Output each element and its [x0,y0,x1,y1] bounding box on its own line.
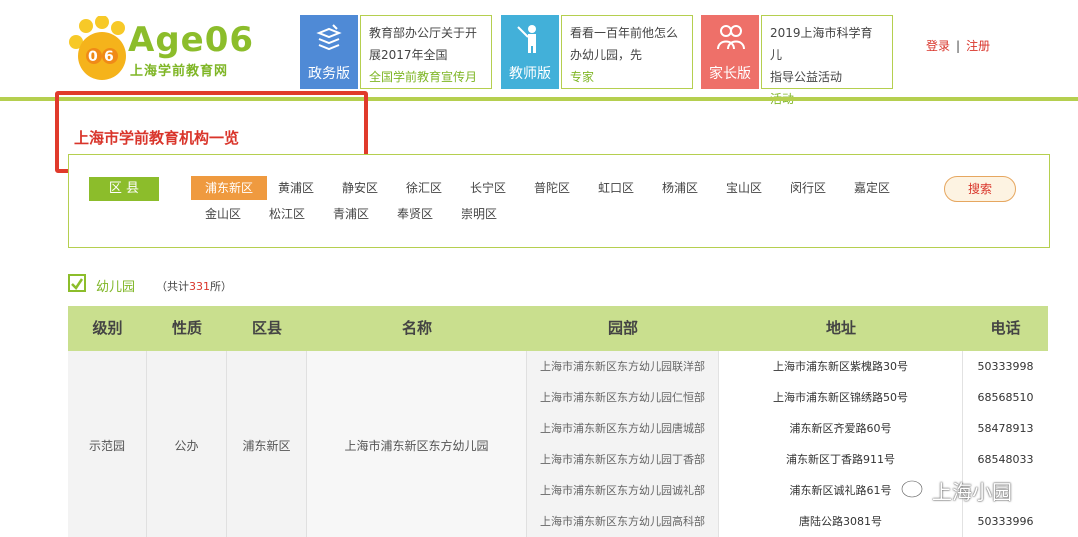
column-header: 性质 [171,319,202,337]
phone-cell: 50333996 [963,506,1048,537]
campus-cell: 上海市浦东新区东方幼儿园高科部 [527,506,719,537]
table-row: 上海市浦东新区东方幼儿园唐城部 浦东新区齐爱路60号 58478913 [527,413,1048,444]
name-text[interactable]: 上海市浦东新区东方幼儿园 [307,437,526,454]
phone-cell: 50333998 [963,351,1048,382]
news-tag-text: 学前教育宣传月 [393,70,478,84]
watermark-text: 上海小园 [932,480,1012,504]
district-option[interactable]: 崇明区 [447,202,511,226]
column-header: 级别 [92,319,123,337]
campus-cell: 上海市浦东新区东方幼儿园唐城部 [527,413,719,444]
news-line: 展2017年全国 [369,48,448,62]
checkmark-icon [71,278,84,290]
address-cell: 上海市浦东新区锦绣路50号 [719,382,963,413]
phone-cell: 68548033 [963,444,1048,475]
version-news-box[interactable]: 看看一百年前他怎么 办幼儿园，先 专家 [561,15,693,89]
version-tile-gov[interactable]: 政务版 [300,15,358,89]
campus-cell: 上海市浦东新区东方幼儿园诚礼部 [527,475,719,506]
section-label: 幼儿园 [96,280,136,295]
news-tag: 专家 [570,70,595,84]
nature-text: 公办 [174,439,199,453]
district-option[interactable]: 浦东新区 [191,176,267,200]
version-news-box[interactable]: 2019上海市科学育儿 指导公益活动 活动 [761,15,893,106]
table-row: 上海市浦东新区东方幼儿园高科部 唐陆公路3081号 50333996 [527,506,1048,537]
kindergarten-checkbox[interactable] [68,274,86,292]
district-option[interactable]: 闵行区 [776,176,840,200]
sun-logo-icon: 0 6 [69,15,126,80]
nature-cell: 公办 [147,351,227,537]
address-cell: 浦东新区齐爱路60号 [719,413,963,444]
district-text: 浦东新区 [242,439,291,453]
column-header: 园部 [607,319,638,337]
count-prefix: （共计 [156,280,189,293]
district-option[interactable]: 普陀区 [520,176,584,200]
district-option[interactable]: 静安区 [328,176,392,200]
svg-text:6: 6 [104,49,114,65]
district-option[interactable]: 虹口区 [584,176,648,200]
version-tile-teacher[interactable]: 教师版 [501,15,559,89]
count-number: 331 [189,280,210,293]
login-link[interactable]: 登录 [926,39,950,53]
district-option[interactable]: 宝山区 [712,176,776,200]
version-label: 政务版 [308,66,350,82]
district-option[interactable]: 长宁区 [456,176,520,200]
district-option[interactable]: 徐汇区 [392,176,456,200]
teacher-icon [517,25,536,53]
column-header: 区县 [251,319,282,337]
news-line: 看看一百年前他怎么 [570,26,679,40]
wechat-icon [901,480,923,498]
logo-subtitle: 上海学前教育网 [130,64,229,79]
site-header: 0 6 Age06 上海学前教育网 政务版 教育部办公厅关于开 展2017年全国… [0,0,1078,106]
address-cell: 上海市浦东新区紫槐路30号 [719,351,963,382]
table-row: 上海市浦东新区东方幼儿园丁香部 浦东新区丁香路911号 68548033 [527,444,1048,475]
parents-icon [717,25,745,50]
district-option[interactable]: 青浦区 [319,202,383,226]
news-tag: 全国学前教育宣传月 [369,66,483,88]
campus-cell: 上海市浦东新区东方幼儿园联洋部 [527,351,719,382]
level-text: 示范园 [88,439,125,453]
district-filter-label: 区 县 [89,177,159,201]
address-cell: 浦东新区丁香路911号 [719,444,963,475]
kindergarten-table: 级别 性质 区县 名称 园部 地址 电话 示范园 公办 浦东新区 上海市浦东新区… [68,306,1048,537]
column-header: 名称 [401,319,432,337]
district-option[interactable]: 杨浦区 [648,176,712,200]
table-row: 上海市浦东新区东方幼儿园联洋部 上海市浦东新区紫槐路30号 50333998 [527,351,1048,382]
phone-cell: 68568510 [963,382,1048,413]
search-button[interactable]: 搜索 [944,176,1016,202]
version-news-box[interactable]: 教育部办公厅关于开 展2017年全国 全国学前教育宣传月 [360,15,492,89]
district-option[interactable]: 金山区 [191,202,255,226]
district-option[interactable]: 黄浦区 [264,176,328,200]
column-header: 地址 [825,319,856,337]
auth-links: 登录 | 注册 [926,37,990,54]
table-header: 级别 性质 区县 名称 园部 地址 电话 [68,306,1048,351]
column-header: 电话 [990,319,1021,337]
section-count: （共计331所） [156,278,232,294]
svg-text:0: 0 [88,49,98,65]
news-tag-prefix: 全国 [369,70,394,84]
address-cell: 唐陆公路3081号 [719,506,963,537]
version-label: 教师版 [509,66,551,82]
news-line: 教育部办公厅关于开 [369,26,478,40]
phone-cell: 58478913 [963,413,1048,444]
news-line: 办幼儿园，先 [570,48,643,62]
count-suffix: 所） [210,280,232,293]
news-line: 指导公益活动 [770,70,843,84]
news-line: 2019上海市科学育儿 [770,26,873,62]
version-tile-parent[interactable]: 家长版 [701,15,759,89]
version-label: 家长版 [709,66,751,82]
table-row: 上海市浦东新区东方幼儿园仁恒部 上海市浦东新区锦绣路50号 68568510 [527,382,1048,413]
district-option[interactable]: 松江区 [255,202,319,226]
logo-text: Age06 [128,20,255,60]
auth-separator: | [956,39,961,53]
district-filter: 区 县 浦东新区 黄浦区 静安区 徐汇区 长宁区 普陀区 虹口区 杨浦区 宝山区 闵行区 嘉定区金山… [68,154,1050,248]
district-option[interactable]: 嘉定区 [840,176,904,200]
register-link[interactable]: 注册 [966,39,990,53]
district-option[interactable]: 奉贤区 [383,202,447,226]
name-cell: 上海市浦东新区东方幼儿园 [307,351,527,537]
book-stack-icon [316,24,342,51]
district-cell: 浦东新区 [227,351,307,537]
campus-cell: 上海市浦东新区东方幼儿园仁恒部 [527,382,719,413]
level-cell: 示范园 [68,351,147,537]
campus-cell: 上海市浦东新区东方幼儿园丁香部 [527,444,719,475]
